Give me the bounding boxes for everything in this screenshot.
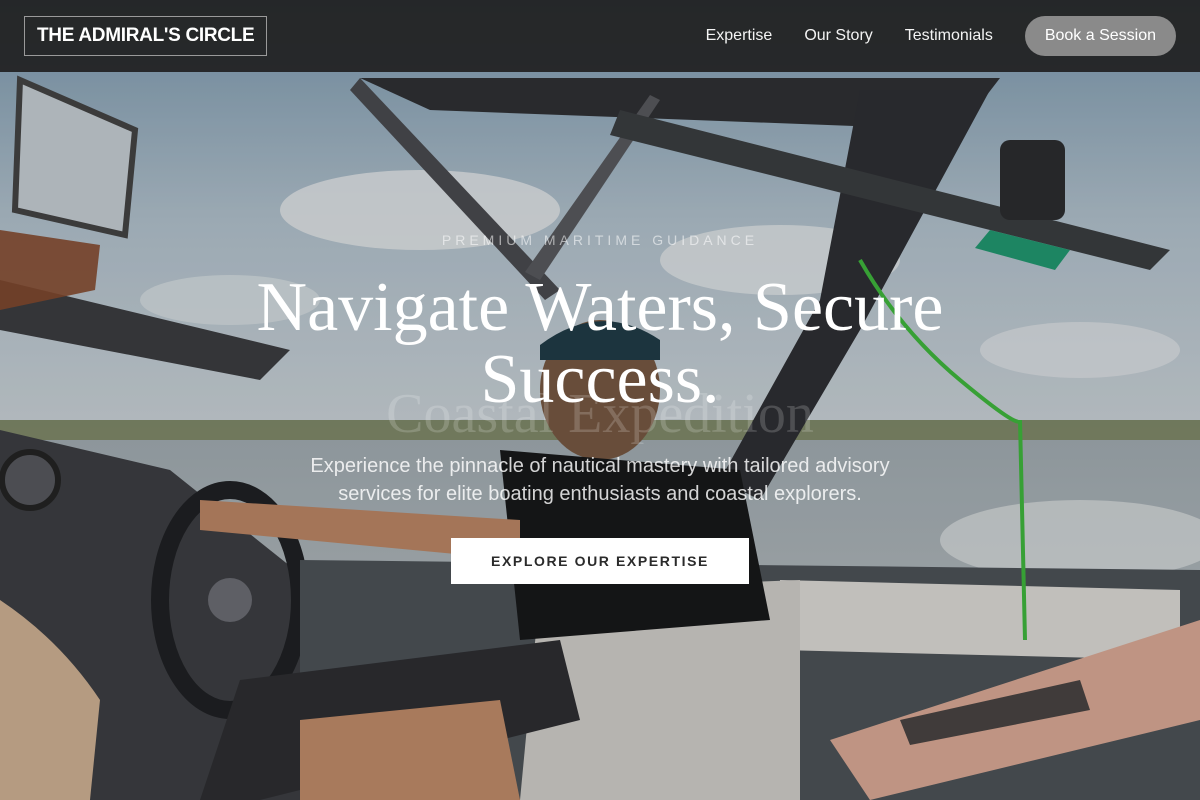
nav-link-testimonials[interactable]: Testimonials (905, 27, 993, 45)
nav-link-expertise[interactable]: Expertise (706, 27, 773, 45)
explore-expertise-button[interactable]: EXPLORE OUR EXPERTISE (451, 538, 749, 584)
hero-subtext: Experience the pinnacle of nautical mast… (310, 455, 890, 505)
book-session-button[interactable]: Book a Session (1024, 16, 1176, 56)
hero-content: PREMIUM MARITIME GUIDANCE Navigate Water… (0, 232, 1200, 584)
navbar: THE ADMIRAL'S CIRCLE Expertise Our Story… (0, 0, 1200, 72)
nav-links: Expertise Our Story Testimonials Book a … (674, 16, 1176, 56)
brand-logo[interactable]: THE ADMIRAL'S CIRCLE (24, 16, 268, 56)
hero-headline: Navigate Waters, Secure Success. (256, 269, 944, 418)
nav-link-our-story[interactable]: Our Story (804, 27, 872, 45)
hero-eyebrow: PREMIUM MARITIME GUIDANCE (441, 232, 759, 248)
